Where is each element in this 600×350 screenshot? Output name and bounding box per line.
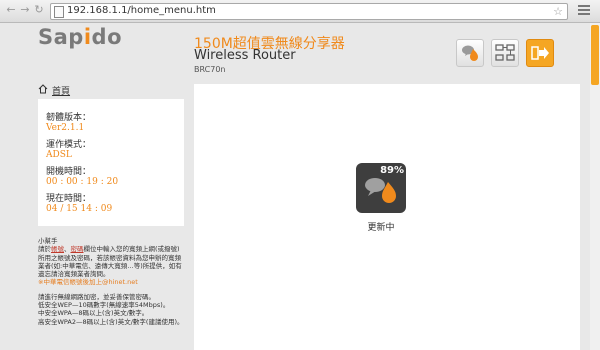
cloud-chat-icon: [462, 45, 478, 61]
router-page: Sapido 150M超值雲無線分享器 Wireless Router BRC7…: [0, 23, 590, 350]
uptime-label: 開機時間：: [46, 167, 92, 177]
help-hinet-note: ※中華電信帳號後加上@hinet.net: [38, 278, 138, 287]
help-line-8: 中安全WPA—8碼以上(含)英文/數字。: [38, 309, 149, 318]
reload-icon[interactable]: ↻: [33, 4, 45, 16]
firmware-value: Ver2.1.1: [46, 123, 85, 133]
help-line-9: 高安全WPA2—8碼以上(含)英文/數字(建議使用)。: [38, 317, 184, 326]
help-line-2: 所用之帳號及密碼，若該帳密資料為您申辦的寬頻: [38, 253, 181, 262]
account-link[interactable]: 帳號: [51, 245, 64, 253]
sapido-logo: Sapido: [38, 25, 122, 49]
password-link[interactable]: 密碼: [71, 245, 84, 253]
help-panel: 小幫手 請於帳號、密碼欄位中輸入您的寬頻上網(或撥號) 所用之帳號及密碼，若該帳…: [38, 237, 188, 326]
cloud-update-tile[interactable]: 89%: [356, 163, 406, 213]
product-title-en: Wireless Router: [194, 48, 296, 63]
update-status-label: 更新中: [367, 223, 395, 233]
url-text[interactable]: 192.168.1.1/home_menu.htm: [67, 5, 216, 16]
uptime-value: 00 : 00 : 19 : 20: [46, 177, 119, 187]
scrollbar-thumb[interactable]: [591, 25, 599, 85]
exit-arrow-icon: [531, 46, 549, 60]
update-percent: 89%: [380, 165, 404, 176]
device-info-panel: 韌體版本： Ver2.1.1 運作模式： ADSL 開機時間： 00 : 00 …: [38, 99, 184, 226]
logout-button[interactable]: [526, 39, 554, 67]
menu-icon[interactable]: [578, 5, 590, 16]
star-icon[interactable]: ☆: [553, 5, 563, 18]
cloud-button[interactable]: [456, 39, 484, 67]
help-line-6: 請進行無線網路加密，並妥善保管密碼。: [38, 292, 155, 301]
network-button[interactable]: [491, 39, 519, 67]
home-label[interactable]: 首頁: [52, 84, 70, 97]
help-line-3: 業者(如:中華電信、遠傳大寬頻…等)所提供，如有: [38, 261, 182, 270]
browser-toolbar: ← → ↻ 192.168.1.1/home_menu.htm ☆: [0, 0, 600, 23]
firmware-label: 韌體版本：: [46, 113, 92, 123]
mode-value: ADSL: [46, 150, 72, 160]
main-content: 89% 更新中: [194, 84, 580, 350]
help-line-1: 請於帳號、密碼欄位中輸入您的寬頻上網(或撥號): [38, 245, 180, 254]
current-time-value: 04 / 15 14 : 09: [46, 204, 113, 214]
back-arrow-icon[interactable]: ←: [5, 4, 17, 16]
page-icon: [54, 6, 64, 18]
home-icon: [38, 84, 48, 94]
network-map-icon: [495, 44, 515, 61]
address-bar[interactable]: 192.168.1.1/home_menu.htm ☆: [50, 3, 568, 20]
forward-arrow-icon[interactable]: →: [19, 4, 31, 16]
current-time-label: 現在時間：: [46, 194, 92, 204]
mode-label: 運作模式：: [46, 140, 92, 150]
model-number: BRC70n: [194, 65, 226, 74]
scrollbar[interactable]: [590, 23, 600, 350]
